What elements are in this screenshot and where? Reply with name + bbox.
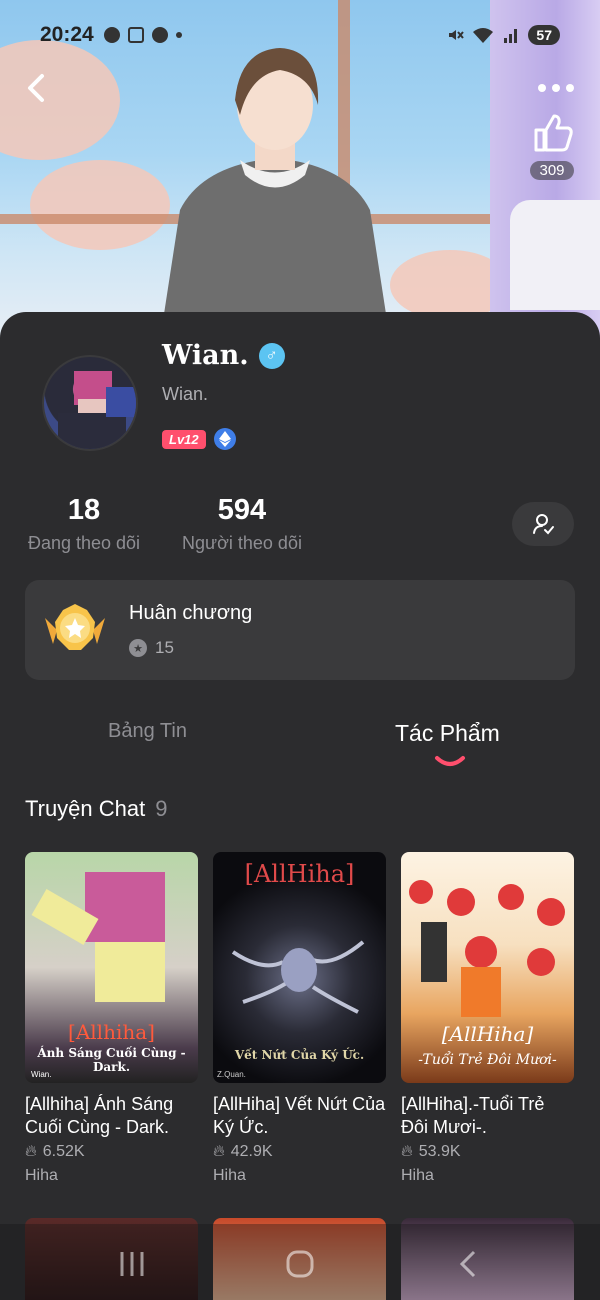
section-count: 9 (155, 796, 168, 821)
work-title[interactable]: [AllHiha] Vết Nứt Của Ký Ức. (213, 1093, 386, 1139)
status-bar: 20:24 57 (0, 18, 600, 52)
work-view-count: 42.9K (230, 1143, 273, 1161)
status-time: 20:24 (40, 23, 94, 46)
followers-stat[interactable]: 594 Người theo dõi (178, 494, 306, 554)
more-icon[interactable] (536, 78, 576, 98)
medal-card[interactable]: Huân chương ★ 15 (25, 580, 575, 680)
character-illustration (160, 48, 390, 340)
profile-badges: Lv12 (162, 428, 236, 450)
follow-button[interactable] (512, 502, 574, 546)
like-button[interactable]: 309 (522, 110, 582, 180)
following-count: 18 (67, 494, 101, 526)
recent-apps-icon[interactable] (114, 1246, 150, 1282)
profile-name: Wian. (162, 340, 249, 371)
work-view-count: 6.52K (42, 1143, 85, 1161)
profile-name-row: Wian. ♂ (162, 340, 285, 371)
male-icon: ♂ (258, 342, 285, 369)
banner-cloud (0, 40, 120, 160)
more-notifications-dot (175, 32, 182, 38)
following-label: Đang theo dõi (27, 533, 141, 553)
work-author: Hiha (213, 1167, 246, 1185)
signal-icon (504, 29, 518, 43)
cover-tag: [Allhiha] (68, 1020, 155, 1044)
cover-subtitle: Vết Nứt Của Ký Ức. (234, 1048, 365, 1062)
avatar[interactable] (42, 355, 138, 451)
flame-icon: 🔥︎ (213, 1143, 225, 1161)
medal-title: Huân chương (129, 602, 253, 624)
wifi-icon (473, 28, 494, 43)
work-author: Hiha (401, 1167, 434, 1185)
back-nav-icon[interactable] (452, 1246, 488, 1282)
tab-feed[interactable]: Bảng Tin (108, 720, 187, 743)
home-icon[interactable] (282, 1246, 318, 1282)
thumbs-up-icon (534, 114, 573, 152)
section-title: Truyện Chat 9 (25, 796, 168, 822)
cover-credit: Z.Quan. (217, 1070, 246, 1079)
work-cover[interactable]: [AllHiha] -Tuổi Trẻ Đôi Mươi- (401, 852, 574, 1083)
back-icon[interactable] (22, 70, 52, 106)
scan-icon (127, 27, 144, 43)
status-icons (103, 27, 182, 43)
work-cover[interactable]: [Allhiha] Ánh Sáng Cuối Cùng - Dark. Wia… (25, 852, 198, 1083)
work-views: 🔥︎ 53.9K (401, 1143, 574, 1161)
like-count: 309 (530, 161, 574, 180)
work-author: Hiha (25, 1167, 58, 1185)
browser-icon (151, 27, 168, 43)
star-icon: ★ (129, 639, 147, 657)
cover-credit: Wian. (31, 1070, 52, 1079)
medal-icon (45, 604, 105, 650)
system-nav-bar (0, 1224, 600, 1300)
section-title-text: Truyện Chat (25, 796, 146, 821)
eth-icon[interactable] (213, 428, 236, 450)
cover-subtitle: -Tuổi Trẻ Đôi Mươi- (418, 1052, 557, 1068)
work-card[interactable]: [AllHiha] -Tuổi Trẻ Đôi Mươi- [AllHiha].… (401, 852, 574, 1185)
user-check-icon (533, 514, 554, 535)
work-view-count: 53.9K (418, 1143, 461, 1161)
work-card[interactable]: [AllHiha] Vết Nứt Của Ký Ức. Z.Quan. [Al… (213, 852, 386, 1185)
flame-icon: 🔥︎ (401, 1143, 413, 1161)
cover-art (409, 880, 565, 1017)
followers-label: Người theo dõi (182, 533, 302, 553)
medal-count: 15 (155, 638, 174, 657)
tab-active-indicator (435, 756, 465, 766)
following-stat[interactable]: 18 Đang theo dõi (25, 494, 143, 554)
profile-handle: Wian. (162, 384, 209, 404)
work-cover[interactable]: [AllHiha] Vết Nứt Của Ký Ức. Z.Quan. (213, 852, 386, 1083)
medal-count-row: ★ 15 (129, 638, 174, 658)
work-card[interactable]: [Allhiha] Ánh Sáng Cuối Cùng - Dark. Wia… (25, 852, 198, 1185)
status-right-icons: 57 (446, 25, 560, 45)
work-title[interactable]: [Allhiha] Ánh Sáng Cuối Cùng - Dark. (25, 1093, 198, 1139)
sofa (510, 200, 600, 310)
flame-icon: 🔥︎ (25, 1143, 37, 1161)
followers-count: 594 (217, 494, 267, 526)
work-views: 🔥︎ 6.52K (25, 1143, 198, 1161)
notification-icon (103, 27, 120, 43)
avatar-image (58, 371, 136, 449)
work-views: 🔥︎ 42.9K (213, 1143, 386, 1161)
tab-works[interactable]: Tác Phẩm (395, 720, 500, 747)
work-title[interactable]: [AllHiha].-Tuổi Trẻ Đôi Mươi-. (401, 1093, 574, 1139)
cover-tag: [AllHiha] (441, 1022, 534, 1046)
level-badge[interactable]: Lv12 (162, 429, 206, 449)
mute-icon (449, 30, 465, 40)
battery-indicator: 57 (528, 25, 560, 45)
